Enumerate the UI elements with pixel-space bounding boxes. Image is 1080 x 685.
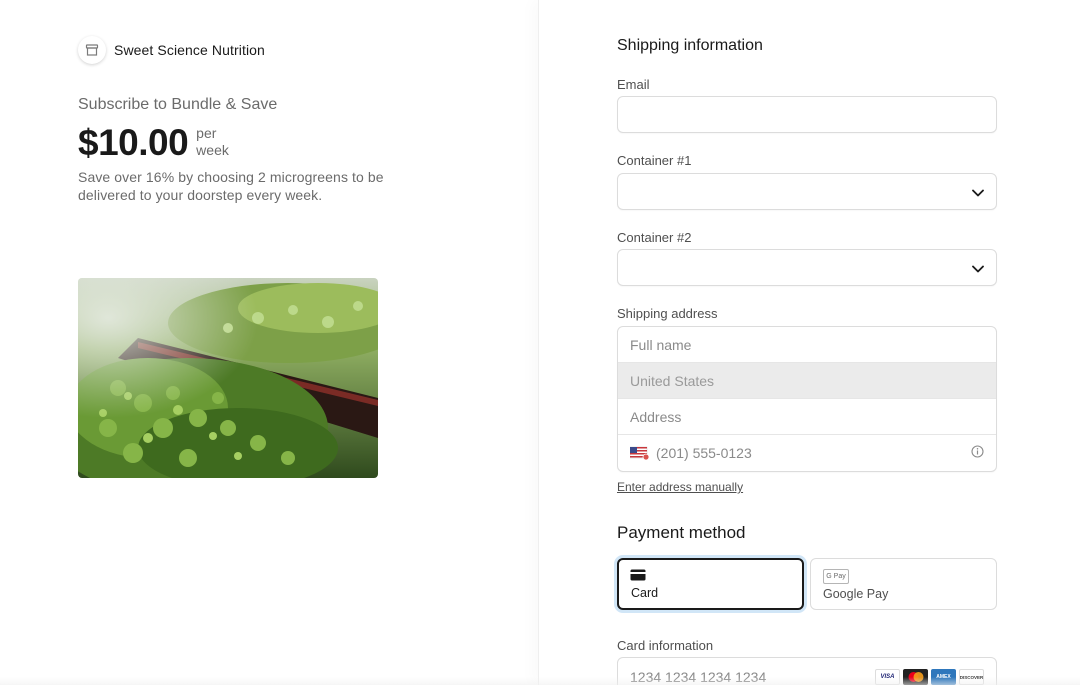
product-description: Save over 16% by choosing 2 microgreens … — [78, 169, 384, 203]
address-placeholder: Address — [630, 408, 682, 425]
chevron-down-icon — [972, 184, 984, 200]
email-label: Email — [617, 77, 650, 92]
container-2-select[interactable] — [617, 249, 997, 286]
shipping-address-group: Full name United States Address (201) 55… — [617, 326, 997, 472]
payment-tab-google-pay[interactable]: G Pay Google Pay — [810, 558, 997, 610]
country-value: United States — [630, 372, 715, 389]
price-interval-line2: week — [196, 142, 229, 158]
payment-tab-card-label: Card — [631, 586, 659, 600]
container-1-label: Container #1 — [617, 153, 692, 168]
full-name-placeholder: Full name — [630, 336, 692, 353]
us-flag-icon[interactable] — [629, 446, 650, 461]
merchant-name: Sweet Science Nutrition — [114, 42, 265, 58]
merchant-header[interactable]: Sweet Science Nutrition — [78, 36, 265, 64]
price-interval-line1: per — [196, 125, 217, 141]
store-icon — [78, 36, 106, 64]
phone-placeholder: (201) 555-0123 — [656, 445, 752, 461]
chevron-down-icon — [972, 260, 984, 276]
price-interval: per week — [196, 125, 229, 159]
shipping-section-title: Shipping information — [617, 37, 763, 54]
product-image — [78, 278, 378, 478]
info-icon[interactable] — [971, 445, 984, 461]
address-field[interactable]: Address — [618, 399, 996, 435]
order-summary-panel: Sweet Science Nutrition Subscribe to Bun… — [0, 0, 538, 685]
enter-address-manually-link[interactable]: Enter address manually — [617, 480, 743, 494]
bottom-fade — [0, 677, 1080, 685]
full-name-field[interactable]: Full name — [618, 327, 996, 363]
phone-field[interactable]: (201) 555-0123 — [618, 435, 996, 471]
product-title: Subscribe to Bundle & Save — [78, 96, 278, 113]
payment-tab-card[interactable]: Card — [617, 558, 804, 610]
price-row: $10.00 per week — [78, 122, 229, 164]
google-pay-icon: G Pay — [823, 569, 849, 584]
card-information-label: Card information — [617, 638, 714, 653]
email-field[interactable] — [617, 96, 997, 133]
price-amount: $10.00 — [78, 122, 189, 163]
container-2-label: Container #2 — [617, 230, 692, 245]
shipping-address-label: Shipping address — [617, 306, 718, 321]
country-select[interactable]: United States — [618, 363, 996, 399]
container-1-select[interactable] — [617, 173, 997, 210]
payment-tab-google-pay-label: Google Pay — [823, 587, 889, 601]
payment-section-title: Payment method — [617, 523, 746, 542]
card-icon — [630, 569, 646, 584]
